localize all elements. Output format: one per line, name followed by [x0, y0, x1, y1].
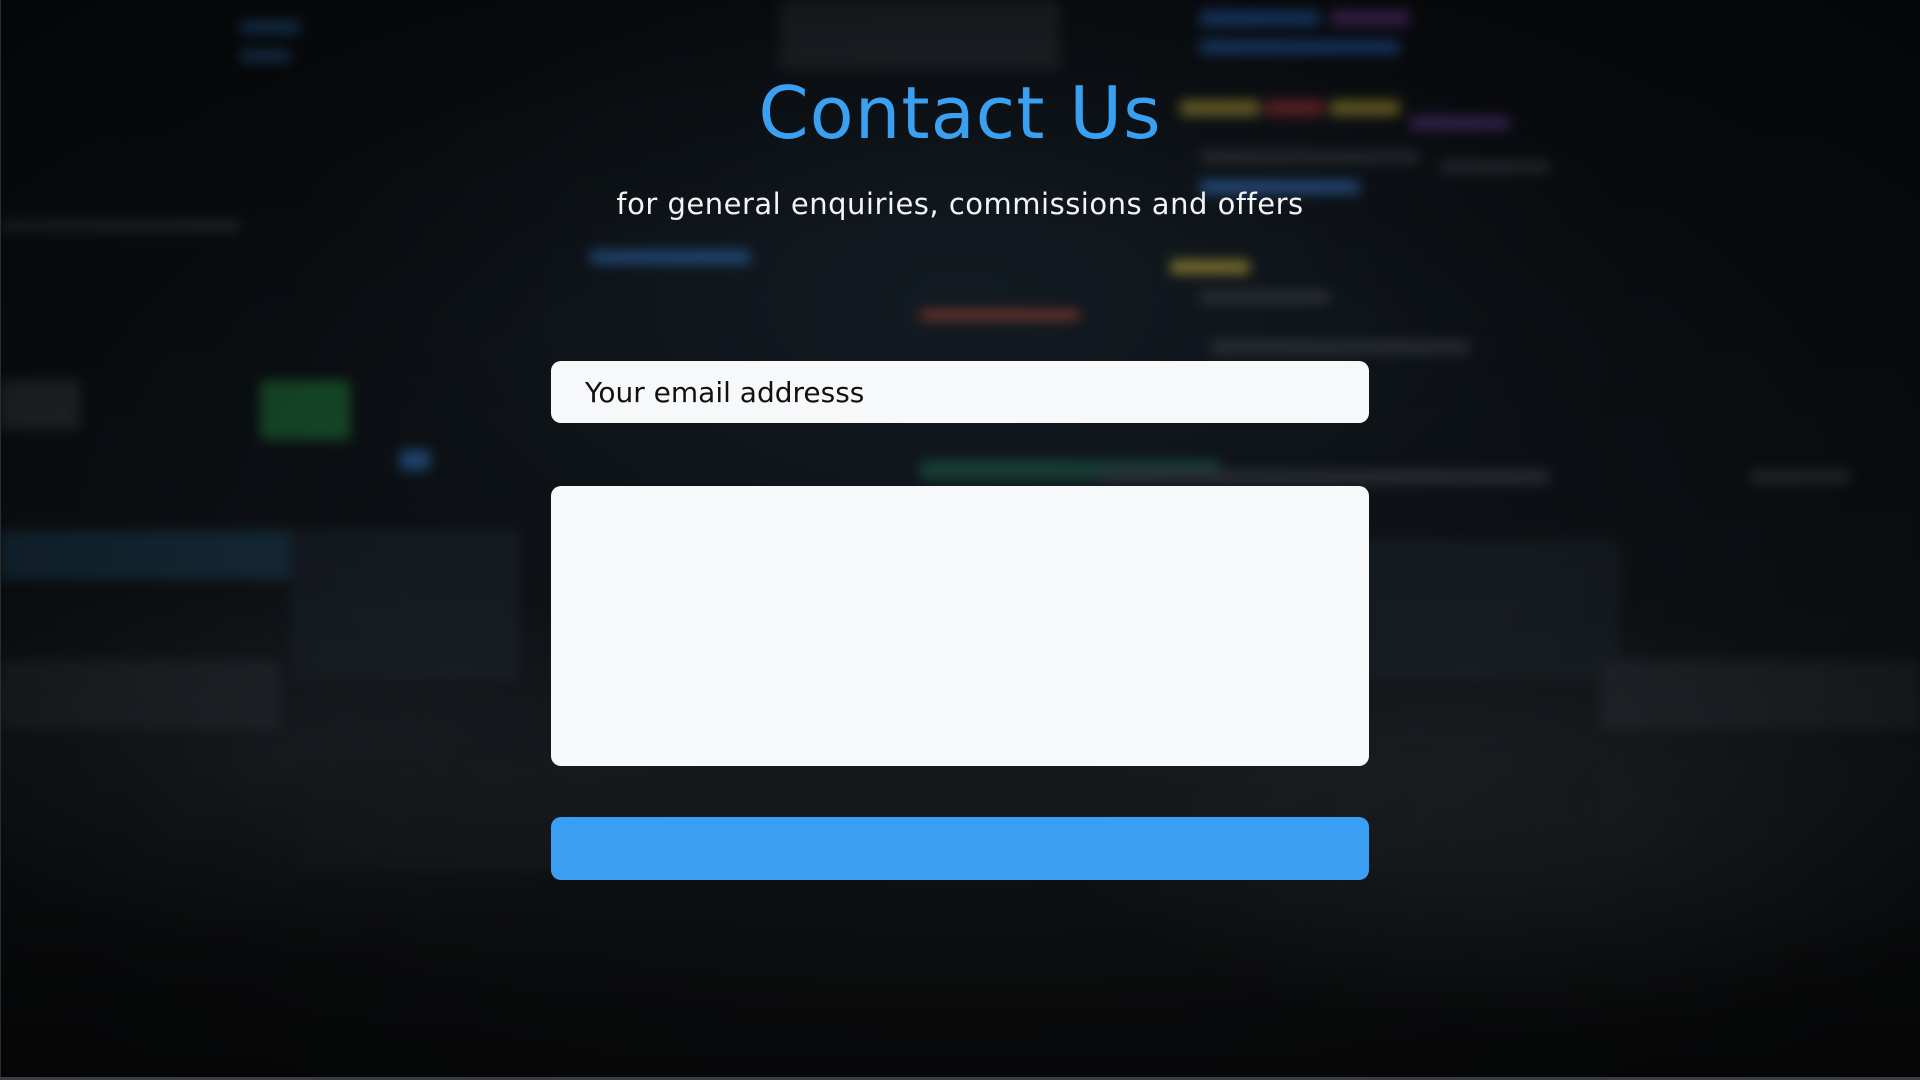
page-subtitle: for general enquiries, commissions and o… [616, 187, 1304, 221]
left-border [0, 0, 1, 1080]
submit-button[interactable] [551, 817, 1369, 880]
message-field[interactable] [551, 486, 1369, 766]
contact-page: Contact Us for general enquiries, commis… [0, 0, 1920, 1080]
page-title: Contact Us [758, 71, 1162, 155]
contact-form-container: Contact Us for general enquiries, commis… [0, 0, 1920, 1080]
email-field[interactable] [551, 361, 1369, 423]
